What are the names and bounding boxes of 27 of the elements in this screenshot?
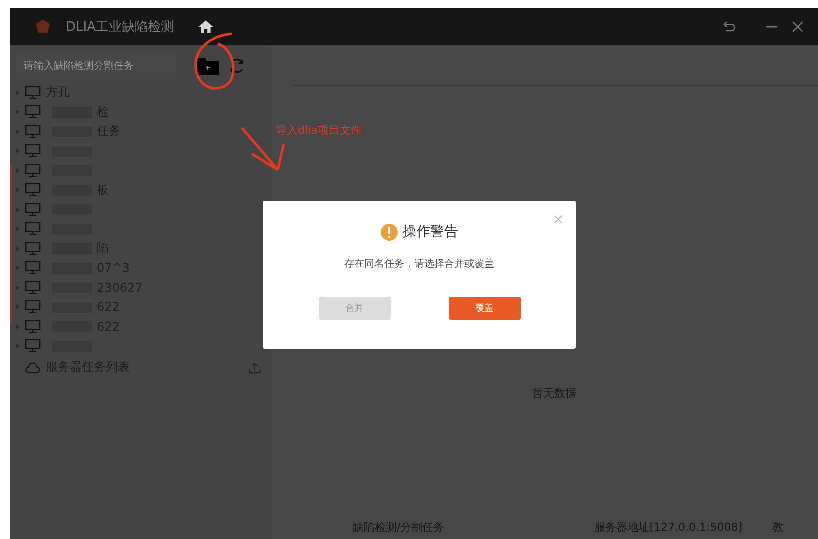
monitor-icon bbox=[25, 86, 41, 100]
annotation-text: 导入dlia项目文件 bbox=[276, 123, 362, 138]
upload-icon[interactable] bbox=[249, 362, 261, 374]
dialog-title: 操作警告 bbox=[402, 223, 458, 241]
dialog-button[interactable]: 覆盖 bbox=[448, 297, 520, 320]
monitor-icon bbox=[25, 261, 41, 276]
cloud-icon bbox=[25, 362, 41, 374]
monitor-icon bbox=[25, 183, 41, 198]
monitor-icon bbox=[25, 339, 41, 354]
monitor-icon bbox=[25, 164, 41, 178]
monitor-icon bbox=[25, 280, 41, 295]
monitor-icon bbox=[25, 105, 41, 120]
monitor-icon bbox=[25, 202, 41, 217]
monitor-icon bbox=[25, 144, 41, 158]
app-title: DLIA工业缺陷检测 bbox=[66, 18, 174, 36]
monitor-icon bbox=[25, 242, 41, 256]
dialog-message: 存在同名任务，请选择合并或覆盖 bbox=[344, 258, 494, 271]
refresh-icon[interactable] bbox=[228, 57, 246, 75]
close-icon[interactable] bbox=[554, 215, 563, 224]
monitor-icon bbox=[25, 222, 41, 236]
monitor-icon bbox=[25, 320, 41, 334]
monitor-icon bbox=[25, 124, 41, 139]
logo-icon bbox=[34, 18, 52, 36]
home-icon[interactable] bbox=[198, 18, 214, 34]
warning-icon bbox=[380, 224, 398, 240]
folder-plus-icon[interactable] bbox=[196, 56, 220, 76]
monitor-icon bbox=[25, 300, 41, 314]
